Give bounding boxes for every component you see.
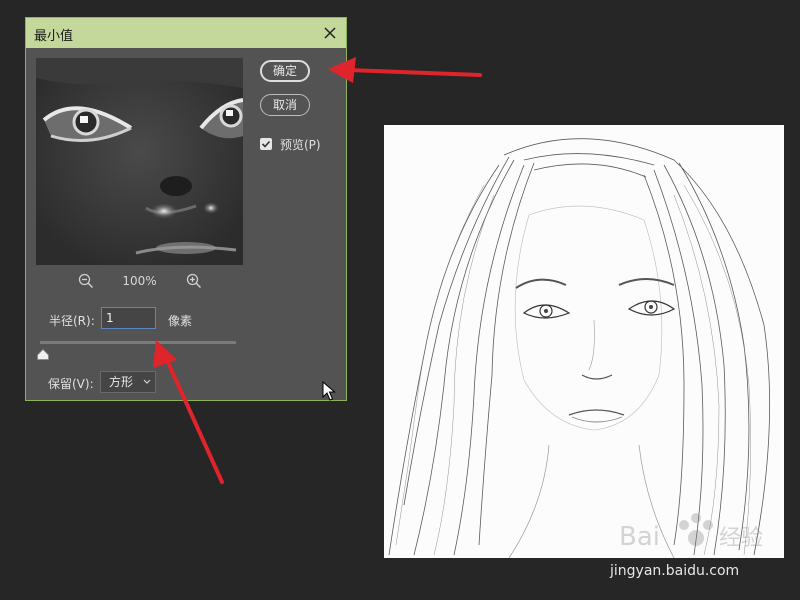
watermark-url: jingyan.baidu.com [610,563,740,579]
cancel-button[interactable]: 取消 [260,94,310,116]
zoom-level: 100% [122,274,157,288]
checkmark-icon [261,140,271,148]
mouse-cursor-icon [322,380,336,405]
svg-text:Bai: Bai [619,522,660,552]
preview-label: 预览(P) [280,137,321,152]
preview-image[interactable] [36,58,243,265]
slider-thumb-icon[interactable] [37,345,49,364]
chevron-down-icon [143,372,151,398]
close-icon[interactable] [318,21,342,45]
preserve-select[interactable]: 方形 [100,371,156,393]
preview-checkbox[interactable] [260,138,272,150]
sketch-result-image: Bai 经验 [384,125,784,558]
dialog-titlebar[interactable]: 最小值 [26,18,346,48]
radius-label: 半径(R): [49,314,95,328]
minimum-filter-dialog: 最小值 100% 确定 取消 预览(P) 半径(R): 1 像素 保留(V): … [25,17,347,401]
radius-input[interactable] [101,307,156,329]
preview-option[interactable]: 预览(P) [260,136,321,152]
red-arrow-icon [328,57,482,83]
radius-slider-track[interactable] [40,341,236,344]
ok-button[interactable]: 确定 [260,60,310,82]
svg-text:经验: 经验 [719,526,763,551]
preserve-label: 保留(V): [48,377,94,391]
zoom-controls: 100% [36,272,243,292]
dialog-title: 最小值 [34,29,74,44]
zoom-in-icon[interactable] [186,273,202,293]
radius-unit-label: 像素 [168,314,193,328]
preserve-selected-value: 方形 [109,375,134,389]
